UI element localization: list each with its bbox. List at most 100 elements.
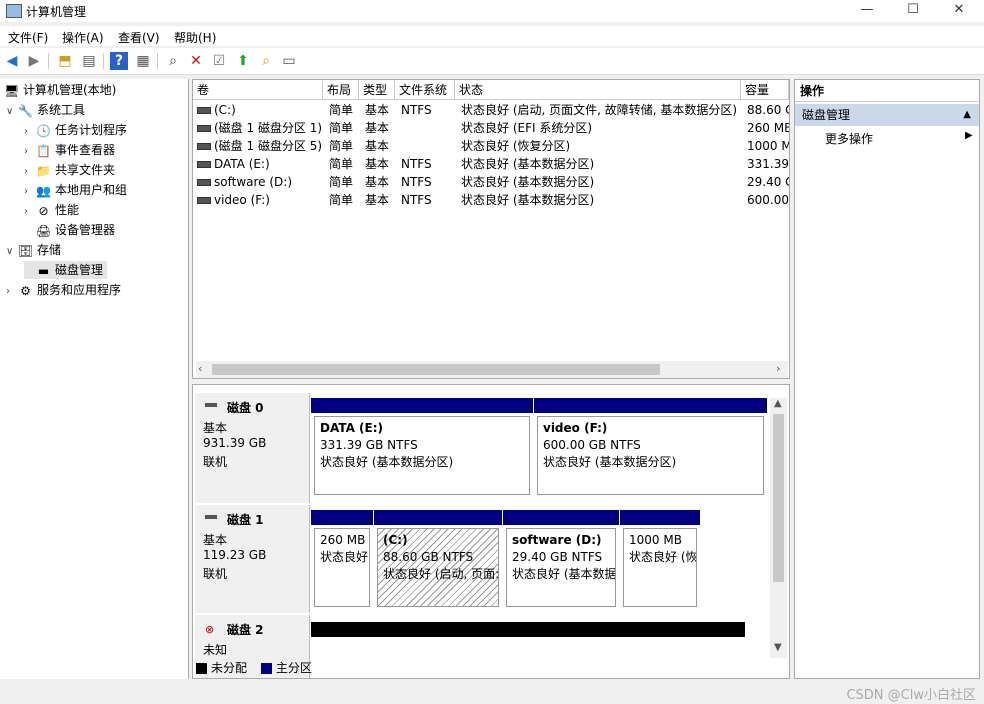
storage-icon: 🗄 [18,243,34,258]
drive-icon [197,125,211,132]
tree-node-task-scheduler[interactable]: › 🕓 任务计划程序 [24,121,127,139]
table-row[interactable]: (C:) 简单 基本 NTFS 状态良好 (启动, 页面文件, 故障转储, 基本… [193,101,789,119]
navigation-tree: 🖥 计算机管理(本地) ∨ 🔧 系统工具 › 🕓 任务计划程序 › 📋 事件查看器 › 📁 共享文… [0,79,189,679]
status-bar: CSDN @Clw小白社区 [0,681,984,704]
drive-icon [197,107,211,114]
up-folder-icon[interactable]: ⬒ [56,52,74,70]
toolbar-separator [157,53,158,69]
back-arrow-icon[interactable]: ◀ [3,52,21,70]
column-header-type[interactable]: 类型 [359,80,395,100]
column-header-volume[interactable]: 卷 [193,80,323,100]
table-row[interactable]: (磁盘 1 磁盘分区 1) 简单 基本 状态良好 (EFI 系统分区) 260 … [193,119,789,137]
properties-icon[interactable]: ☑ [210,52,228,70]
primary-partition-bar [503,510,619,525]
tree-node-shared-folders[interactable]: › 📁 共享文件夹 [24,161,115,179]
vertical-scrollbar[interactable]: ▲ ▼ [770,398,787,658]
menu-file[interactable]: 文件(F) [8,29,48,46]
delete-icon[interactable]: ✕ [187,52,205,70]
show-hide-tree-icon[interactable]: ▤ [80,52,98,70]
event-viewer-icon: 📋 [36,143,51,158]
disk-1-label[interactable]: 磁盘 1 基本 119.23 GB 联机 [195,505,310,613]
device-manager-icon: 🖨 [36,223,52,238]
actions-section-disk-management[interactable]: 磁盘管理 ▲ [795,104,979,126]
users-icon: 👥 [36,183,51,198]
scrollbar-thumb[interactable] [773,414,784,582]
toolbar: ◀ ▶ ⬒ ▤ ? ▦ ⌕ ✕ ☑ ⬆ ⌕ ▭ [0,48,984,75]
disk-name: 磁盘 0 [227,401,264,415]
legend: 未分配 主分区 [196,659,756,677]
scroll-down-icon[interactable]: ▼ [774,642,782,653]
horizontal-scrollbar[interactable]: ‹ › [196,361,788,378]
column-header-layout[interactable]: 布局 [323,80,359,100]
disk-icon: ▬ [37,263,50,278]
menu-help[interactable]: 帮助(H) [174,29,216,46]
tree-node-computer-management[interactable]: 🖥 计算机管理(本地) [4,81,116,99]
disk-0-label[interactable]: 磁盘 0 基本 931.39 GB 联机 [195,393,310,503]
menu-view[interactable]: 查看(V) [118,29,160,46]
table-row[interactable]: software (D:) 简单 基本 NTFS 状态良好 (基本数据分区) 2… [193,173,789,191]
drive-icon [197,197,211,204]
expand-chevron-icon[interactable]: › [24,203,36,221]
collapse-chevron-icon[interactable]: ∨ [6,103,18,121]
tree-node-services-apps[interactable]: › ⚙ 服务和应用程序 [6,281,121,299]
tree-node-performance[interactable]: › ⊘ 性能 [24,201,79,219]
folder-icon: 📁 [36,163,51,178]
expand-chevron-icon[interactable]: › [24,123,36,141]
action-pane-icon[interactable]: ▦ [134,52,152,70]
volume-list: 卷 布局 类型 文件系统 状态 容量 (C:) 简单 基本 NTFS 状态良好 … [192,79,790,379]
forward-arrow-icon[interactable]: ▶ [25,52,43,70]
tools-icon: 🔧 [18,103,33,118]
table-row[interactable]: DATA (E:) 简单 基本 NTFS 状态良好 (基本数据分区) 331.3… [193,155,789,173]
legend-unallocated: 未分配 [211,661,248,675]
services-icon: ⚙ [20,283,31,298]
expand-chevron-icon[interactable]: › [24,143,36,161]
connect-icon[interactable]: ⌕ [164,52,182,70]
column-header-filesystem[interactable]: 文件系统 [395,80,455,100]
tree-node-system-tools[interactable]: ∨ 🔧 系统工具 [6,101,85,119]
disk-map: 磁盘 0 基本 931.39 GB 联机 DATA (E:) 331.39 GB… [192,384,790,679]
expand-chevron-icon[interactable]: › [24,183,36,201]
more-actions-item[interactable]: 更多操作 [825,130,873,147]
help-icon[interactable]: ? [110,52,128,70]
partition-c[interactable]: (C:) 88.60 GB NTFS 状态良好 (启动, 页面: [374,510,502,610]
expand-chevron-icon[interactable]: › [6,283,18,301]
column-header-status[interactable]: 状态 [455,80,741,100]
submenu-arrow-icon[interactable]: ▶ [965,130,973,141]
scrollbar-thumb[interactable] [212,364,660,375]
toolbar-separator [103,53,104,69]
collapse-arrow-icon[interactable]: ▲ [963,104,971,126]
disk-size: 119.23 GB [203,548,267,562]
maximize-button[interactable]: ☐ [890,0,936,22]
legend-primary: 主分区 [275,661,312,675]
menu-action[interactable]: 操作(A) [62,29,104,46]
minimize-button[interactable]: — [844,0,890,22]
table-row[interactable]: video (F:) 简单 基本 NTFS 状态良好 (基本数据分区) 600.… [193,191,789,209]
scroll-up-icon[interactable]: ▲ [774,398,782,409]
partition-data-e[interactable]: DATA (E:) 331.39 GB NTFS 状态良好 (基本数据分区) [311,398,533,498]
close-button[interactable]: ✕ [936,0,982,22]
list-view-icon[interactable]: ▭ [280,52,298,70]
primary-partition-bar [620,510,700,525]
partition-video-f[interactable]: video (F:) 600.00 GB NTFS 状态良好 (基本数据分区) [534,398,767,498]
tree-node-event-viewer[interactable]: › 📋 事件查看器 [24,141,115,159]
up-arrow-icon[interactable]: ⬆ [234,52,252,70]
search-folder-icon[interactable]: ⌕ [257,52,275,70]
disk-kind: 基本 [203,421,228,435]
clock-icon: 🕓 [36,123,51,138]
disk-state: 联机 [203,567,228,581]
scroll-left-icon[interactable]: ‹ [198,362,202,375]
tree-node-disk-management[interactable]: ▬ 磁盘管理 [24,261,108,279]
watermark: CSDN @Clw小白社区 [846,688,976,703]
collapse-chevron-icon[interactable]: ∨ [6,243,18,261]
tree-node-device-manager[interactable]: 🖨 设备管理器 [24,221,115,239]
column-header-capacity[interactable]: 容量 [741,80,789,100]
computer-icon: 🖥 [4,83,20,98]
partition-recovery[interactable]: 1000 MB 状态良好 (恢 [620,510,700,610]
table-row[interactable]: (磁盘 1 磁盘分区 5) 简单 基本 状态良好 (恢复分区) 1000 M [193,137,789,155]
expand-chevron-icon[interactable]: › [24,163,36,181]
scroll-right-icon[interactable]: › [776,362,780,375]
tree-node-local-users[interactable]: › 👥 本地用户和组 [24,181,127,199]
tree-node-storage[interactable]: ∨ 🗄 存储 [6,241,61,259]
partition-software-d[interactable]: software (D:) 29.40 GB NTFS 状态良好 (基本数据 [503,510,619,610]
partition-efi[interactable]: 260 MB 状态良好 [311,510,373,610]
